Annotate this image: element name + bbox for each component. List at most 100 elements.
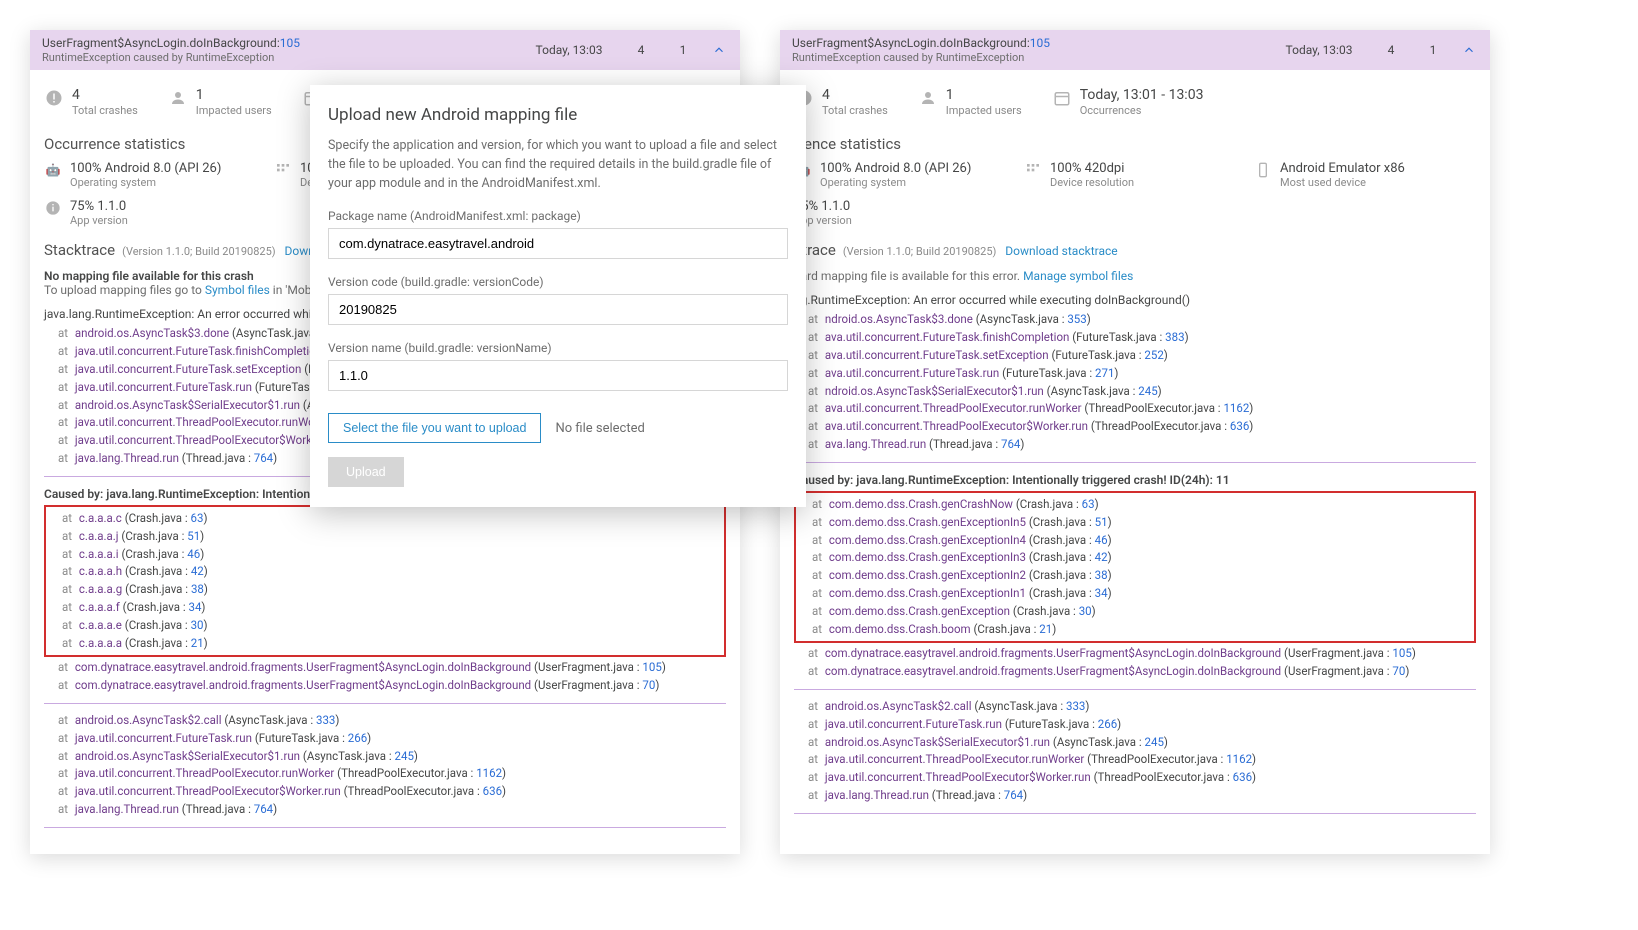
- trace-block-2: at com.dynatrace.easytravel.android.frag…: [44, 659, 726, 695]
- trace-line: at com.demo.dss.Crash.genExceptionIn2 (C…: [798, 567, 1472, 585]
- trace-line: at ava.util.concurrent.ThreadPoolExecuto…: [794, 400, 1476, 418]
- trace-block-1: at ndroid.os.AsyncTask$3.done (AsyncTask…: [794, 311, 1476, 454]
- chevron-up-icon[interactable]: [710, 41, 728, 59]
- user-icon: [918, 88, 938, 108]
- separator: [794, 462, 1476, 463]
- trace-line: at java.lang.Thread.run (Thread.java : 7…: [794, 787, 1476, 805]
- crash-panel-right: UserFragment$AsyncLogin.doInBackground:1…: [780, 30, 1490, 854]
- crash-instance: 1: [668, 43, 698, 57]
- info-icon: [44, 199, 62, 217]
- upload-mapping-dialog: Upload new Android mapping file Specify …: [310, 85, 806, 507]
- stacktrace-title: Stacktrace: [44, 241, 115, 259]
- trace-line: at java.util.concurrent.ThreadPoolExecut…: [44, 783, 726, 801]
- stat-occurrences: Today, 13:01 - 13:03Occurrences: [1052, 88, 1204, 117]
- resolution-icon: [1024, 161, 1042, 179]
- occ-os: 🤖 100% Android 8.0 (API 26)Operating sys…: [44, 161, 234, 189]
- trace-line: at com.demo.dss.Crash.genException (Cras…: [798, 603, 1472, 621]
- trace-line: at ava.lang.Thread.run (Thread.java : 76…: [794, 436, 1476, 454]
- crash-count: 4: [626, 43, 656, 57]
- trace-line: at com.demo.dss.Crash.genCrashNow (Crash…: [798, 496, 1472, 514]
- calendar-icon: [1052, 88, 1072, 108]
- dialog-description: Specify the application and version, for…: [328, 137, 788, 193]
- trace-line: at c.a.a.a.j (Crash.java : 51): [48, 528, 722, 546]
- trace-line: at java.lang.Thread.run (Thread.java : 7…: [44, 801, 726, 819]
- chevron-up-icon[interactable]: [1460, 41, 1478, 59]
- separator: [794, 689, 1476, 690]
- trace-line: at com.demo.dss.Crash.genExceptionIn1 (C…: [798, 585, 1472, 603]
- occ-stats-title: rrence statistics: [794, 135, 1476, 153]
- stat-impacted-users: 1Impacted users: [168, 88, 272, 117]
- trace-block-3: at android.os.AsyncTask$2.call (AsyncTas…: [794, 698, 1476, 805]
- trace-line: at ava.util.concurrent.FutureTask.run (F…: [794, 365, 1476, 383]
- trace-line: at c.a.a.a.i (Crash.java : 46): [48, 546, 722, 564]
- caused-by: Caused by: java.lang.RuntimeException: I…: [794, 473, 1476, 487]
- trace-line: at com.dynatrace.easytravel.android.frag…: [44, 659, 726, 677]
- trace-line: at com.dynatrace.easytravel.android.frag…: [794, 663, 1476, 681]
- trace-line: at com.demo.dss.Crash.genExceptionIn3 (C…: [798, 549, 1472, 567]
- crash-subtitle: RuntimeException caused by RuntimeExcept…: [42, 51, 512, 64]
- crash-title: UserFragment$AsyncLogin.doInBackground:: [42, 36, 280, 50]
- crash-title-line: 105: [280, 36, 300, 50]
- pkg-input[interactable]: [328, 228, 788, 259]
- separator: [794, 813, 1476, 814]
- crash-header[interactable]: UserFragment$AsyncLogin.doInBackground:1…: [30, 30, 740, 70]
- trace-line: at android.os.AsyncTask$SerialExecutor$1…: [794, 734, 1476, 752]
- crash-time: Today, 13:03: [524, 43, 614, 57]
- trace-block-2: at com.dynatrace.easytravel.android.frag…: [794, 645, 1476, 681]
- separator: [44, 827, 726, 828]
- occ-os: 🤖 100% Android 8.0 (API 26)Operating sys…: [794, 161, 984, 189]
- upload-button[interactable]: Upload: [328, 457, 404, 487]
- trace-line: at com.demo.dss.Crash.boom (Crash.java :…: [798, 621, 1472, 639]
- trace-line: at android.os.AsyncTask$SerialExecutor$1…: [44, 748, 726, 766]
- phone-icon: [1254, 161, 1272, 179]
- trace-line: at ava.util.concurrent.ThreadPoolExecuto…: [794, 418, 1476, 436]
- vc-input[interactable]: [328, 294, 788, 325]
- trace-line: at ava.util.concurrent.FutureTask.finish…: [794, 329, 1476, 347]
- trace-line: at java.util.concurrent.ThreadPoolExecut…: [794, 751, 1476, 769]
- trace-line: at ndroid.os.AsyncTask$SerialExecutor$1.…: [794, 383, 1476, 401]
- stat-impacted-users: 1Impacted users: [918, 88, 1022, 117]
- exception-line: ng.RuntimeException: An error occurred w…: [794, 293, 1476, 307]
- trace-line: at c.a.a.a.f (Crash.java : 34): [48, 599, 722, 617]
- occ-appversion: 75% 1.1.0App version: [794, 199, 1476, 227]
- trace-line: at c.a.a.a.g (Crash.java : 38): [48, 581, 722, 599]
- exclamation-icon: [44, 88, 64, 108]
- trace-line: at java.util.concurrent.ThreadPoolExecut…: [794, 769, 1476, 787]
- user-icon: [168, 88, 188, 108]
- symbol-files-link[interactable]: Symbol files: [205, 283, 270, 297]
- trace-line: at ndroid.os.AsyncTask$3.done (AsyncTask…: [794, 311, 1476, 329]
- dialog-title: Upload new Android mapping file: [328, 105, 788, 125]
- download-stacktrace-link[interactable]: Download stacktrace: [1005, 244, 1117, 258]
- select-file-button[interactable]: Select the file you want to upload: [328, 413, 541, 443]
- trace-line: at ava.util.concurrent.FutureTask.setExc…: [794, 347, 1476, 365]
- trace-line: at android.os.AsyncTask$2.call (AsyncTas…: [44, 712, 726, 730]
- trace-line: at android.os.AsyncTask$2.call (AsyncTas…: [794, 698, 1476, 716]
- trace-line: at java.util.concurrent.FutureTask.run (…: [794, 716, 1476, 734]
- trace-line: at com.demo.dss.Crash.genExceptionIn4 (C…: [798, 532, 1472, 550]
- trace-line: at com.dynatrace.easytravel.android.frag…: [44, 677, 726, 695]
- stat-total-crashes: 4Total crashes: [44, 88, 138, 117]
- crash-header[interactable]: UserFragment$AsyncLogin.doInBackground:1…: [780, 30, 1490, 70]
- trace-line: at java.util.concurrent.FutureTask.run (…: [44, 730, 726, 748]
- crash-panel-left: UserFragment$AsyncLogin.doInBackground:1…: [30, 30, 740, 854]
- trace-block-3: at android.os.AsyncTask$2.call (AsyncTas…: [44, 712, 726, 819]
- trace-line: at c.a.a.a.c (Crash.java : 63): [48, 510, 722, 528]
- vn-label: Version name (build.gradle: versionName): [328, 341, 788, 355]
- separator: [44, 703, 726, 704]
- file-status: No file selected: [555, 421, 644, 436]
- trace-line: at c.a.a.a.h (Crash.java : 42): [48, 563, 722, 581]
- vn-input[interactable]: [328, 360, 788, 391]
- occ-device: Android Emulator x86Most used device: [1254, 161, 1444, 189]
- pkg-label: Package name (AndroidManifest.xml: packa…: [328, 209, 788, 223]
- resolution-icon: [274, 161, 292, 179]
- trace-line: at com.demo.dss.Crash.genExceptionIn5 (C…: [798, 514, 1472, 532]
- manage-symbol-link[interactable]: Manage symbol files: [1023, 269, 1133, 283]
- highlighted-trace: at com.demo.dss.Crash.genCrashNow (Crash…: [794, 491, 1476, 644]
- mapping-available: uard mapping file is available for this …: [794, 269, 1476, 283]
- trace-line: at c.a.a.a.a (Crash.java : 21): [48, 635, 722, 653]
- trace-line: at c.a.a.a.e (Crash.java : 30): [48, 617, 722, 635]
- trace-line: at java.util.concurrent.ThreadPoolExecut…: [44, 765, 726, 783]
- stacktrace-meta: (Version 1.1.0; Build 20190825): [122, 245, 276, 258]
- android-icon: 🤖: [44, 161, 62, 179]
- occ-resolution: 100% 420dpiDevice resolution: [1024, 161, 1214, 189]
